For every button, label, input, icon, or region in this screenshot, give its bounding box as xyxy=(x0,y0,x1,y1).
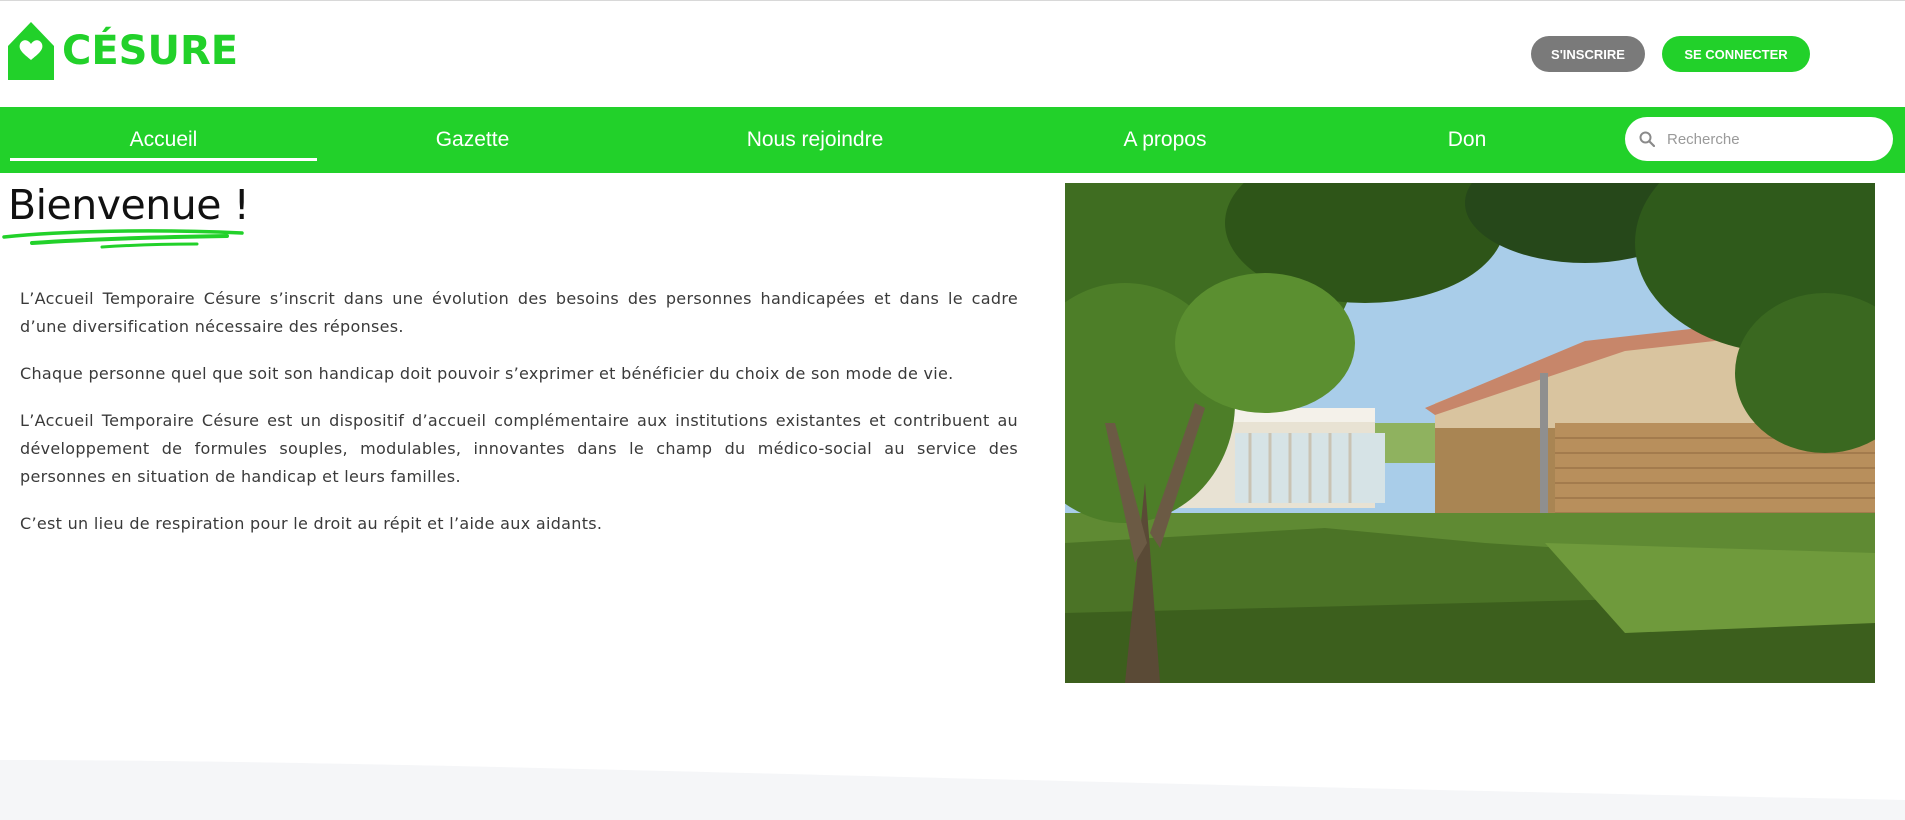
brand-name: CÉSURE xyxy=(62,28,239,74)
paragraph: C’est un lieu de respiration pour le dro… xyxy=(20,514,603,533)
bottom-wave-decoration xyxy=(0,760,1905,820)
logo[interactable]: CÉSURE xyxy=(8,21,238,81)
nav-item-accueil[interactable]: Accueil xyxy=(10,107,317,173)
register-button[interactable]: S'INSCRIRE xyxy=(1531,36,1645,72)
search-icon xyxy=(1639,131,1655,147)
title-block: Bienvenue ! xyxy=(2,181,250,249)
search-input[interactable] xyxy=(1667,130,1887,148)
site-header: CÉSURE S'INSCRIRE SE CONNECTER xyxy=(0,1,1905,107)
building-photo xyxy=(1065,183,1875,683)
page-title: Bienvenue ! xyxy=(8,181,250,229)
login-button[interactable]: SE CONNECTER xyxy=(1662,36,1810,72)
paragraph: Chaque personne quel que soit son handic… xyxy=(20,364,954,383)
house-heart-icon xyxy=(8,22,54,80)
nav-item-a-propos[interactable]: A propos xyxy=(1090,107,1240,173)
intro-text: L’Accueil Temporaire Césure s’inscrit da… xyxy=(20,285,1018,557)
paragraph: L’Accueil Temporaire Césure s’inscrit da… xyxy=(20,289,1018,336)
nav-item-nous-rejoindre[interactable]: Nous rejoindre xyxy=(700,107,930,173)
main-nav: Accueil Gazette Nous rejoindre A propos … xyxy=(0,107,1905,173)
nav-item-don[interactable]: Don xyxy=(1410,107,1524,173)
nav-item-gazette[interactable]: Gazette xyxy=(380,107,565,173)
paragraph: L’Accueil Temporaire Césure est un dispo… xyxy=(20,411,1018,486)
title-underline-decoration xyxy=(2,229,244,249)
search-box[interactable] xyxy=(1625,117,1893,161)
